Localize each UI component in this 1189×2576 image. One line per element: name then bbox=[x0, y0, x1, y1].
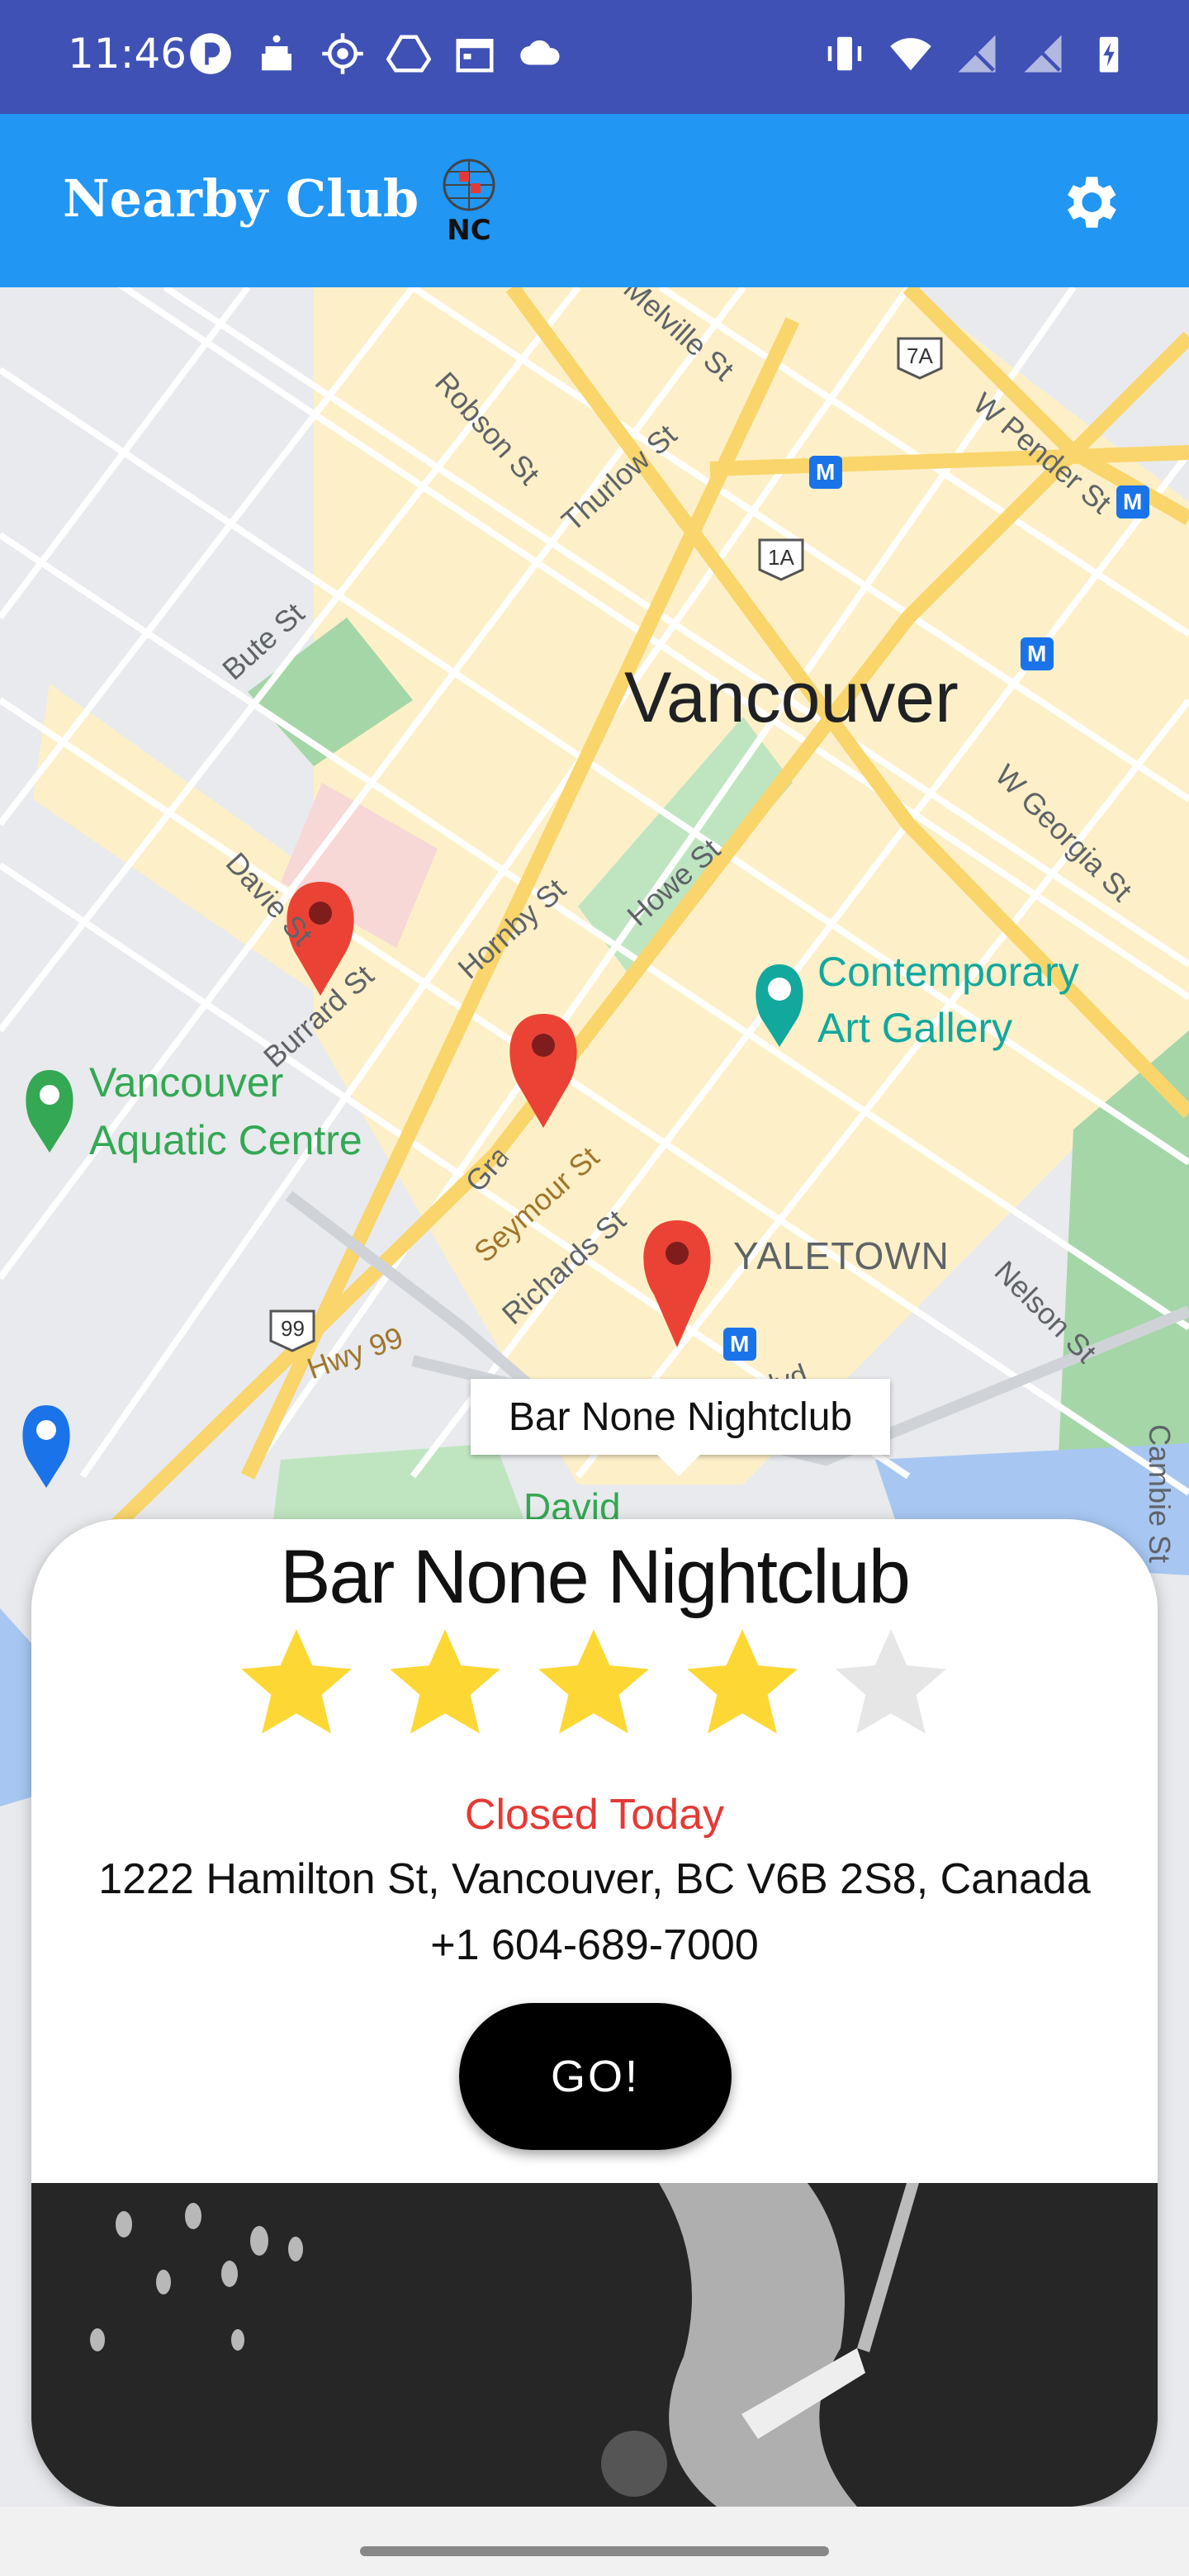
transit-label: M bbox=[1123, 489, 1143, 514]
transit-label: M bbox=[816, 459, 836, 485]
aquatic-centre-pin[interactable] bbox=[26, 1070, 73, 1153]
logo-text: NC bbox=[447, 214, 490, 244]
app-title: Nearby Club bbox=[63, 168, 419, 229]
star-empty-icon bbox=[836, 1629, 946, 1734]
place-card: Bar None Nightclub Closed Today 1222 Ham… bbox=[31, 1519, 1158, 2507]
place-name: Bar None Nightclub bbox=[280, 1535, 911, 1619]
poi-label: Contemporary bbox=[817, 949, 1079, 995]
drive-icon bbox=[386, 35, 431, 73]
vibrate-icon bbox=[827, 36, 862, 71]
location-icon bbox=[322, 33, 363, 74]
place-phone[interactable]: +1 604-689-7000 bbox=[31, 1920, 1158, 1970]
route-shield-label: 99 bbox=[281, 1316, 305, 1341]
transit-label: M bbox=[1027, 641, 1047, 666]
no-signal-icon bbox=[1024, 35, 1062, 73]
status-right-icons bbox=[822, 31, 1131, 76]
app-bar: Nearby Club NC bbox=[0, 114, 1189, 287]
route-shield-label: 7A bbox=[907, 343, 933, 368]
gear-icon[interactable] bbox=[1055, 168, 1123, 236]
star-filled-icon bbox=[538, 1629, 649, 1734]
poi-label: Art Gallery bbox=[817, 1005, 1013, 1051]
cloud-icon bbox=[520, 40, 560, 65]
place-address: 1222 Hamilton St, Vancouver, BC V6B 2S8,… bbox=[98, 1855, 1091, 1903]
area-label: YALETOWN bbox=[733, 1234, 950, 1277]
home-gesture-handle[interactable] bbox=[360, 2546, 829, 2556]
cake-icon bbox=[262, 35, 291, 71]
open-status: Closed Today bbox=[464, 1791, 725, 1839]
place-photo bbox=[31, 2183, 1158, 2507]
route-shield-label: 1A bbox=[768, 545, 794, 570]
star-filled-icon bbox=[687, 1629, 798, 1734]
battery-charging-icon bbox=[1099, 36, 1119, 73]
transit-label: M bbox=[730, 1331, 750, 1357]
star-filled-icon bbox=[241, 1629, 352, 1734]
status-time: 11:46 bbox=[68, 30, 187, 78]
marker-info-window[interactable]: Bar None Nightclub bbox=[471, 1379, 890, 1476]
navigation-bar bbox=[0, 2507, 1189, 2576]
star-filled-icon bbox=[390, 1629, 500, 1734]
no-signal-icon bbox=[958, 35, 996, 73]
go-button[interactable]: GO! bbox=[459, 2003, 732, 2150]
status-bar: 11:46 bbox=[0, 0, 1189, 114]
wifi-icon bbox=[890, 38, 931, 71]
poi-label: Vancouver bbox=[89, 1059, 284, 1106]
calendar-icon bbox=[456, 39, 494, 73]
city-label: Vancouver bbox=[624, 658, 959, 737]
p-app-icon bbox=[190, 33, 231, 74]
shopping-pin[interactable] bbox=[22, 1405, 70, 1488]
status-left-icons bbox=[188, 31, 563, 76]
poi-label: Aquatic Centre bbox=[89, 1117, 362, 1163]
rating-stars bbox=[234, 1622, 953, 1745]
app-logo: NC bbox=[434, 154, 504, 247]
